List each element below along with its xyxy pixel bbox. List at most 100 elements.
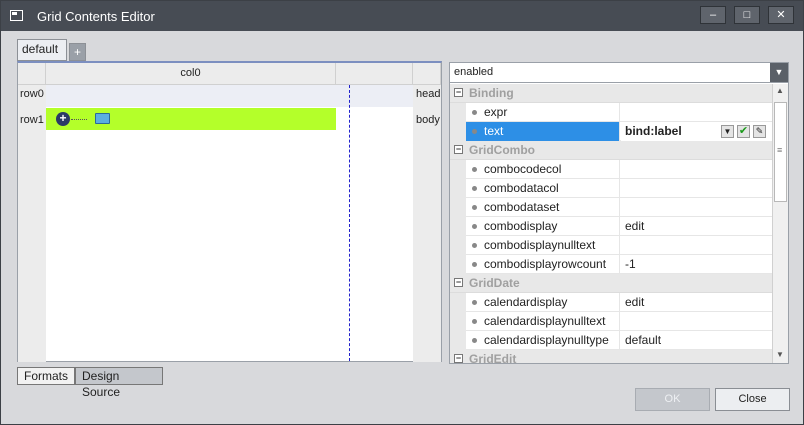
category-label: GridEdit xyxy=(469,352,517,363)
grid-design-area[interactable]: col0 row0 row1 + head body xyxy=(17,61,442,362)
grid-corner xyxy=(18,63,46,85)
row-gutter xyxy=(450,160,466,179)
row-label-row0[interactable]: row0 xyxy=(20,88,44,100)
row-header-gutter xyxy=(18,85,46,362)
property-list[interactable]: − Binding expr text bind:label ▼ ✔ ✎ − G… xyxy=(450,84,772,363)
tab-design-source[interactable]: Design Source xyxy=(75,367,163,399)
property-selector[interactable]: enabled ▼ xyxy=(450,63,788,83)
property-value[interactable] xyxy=(621,312,772,331)
property-value[interactable]: edit xyxy=(621,293,772,312)
property-value[interactable]: edit xyxy=(621,217,772,236)
collapse-icon[interactable]: − xyxy=(454,88,463,97)
minimize-button[interactable]: – xyxy=(700,6,726,24)
property-name: calendardisplay xyxy=(466,293,620,312)
category-griddate[interactable]: − GridDate xyxy=(450,274,772,293)
row-gutter xyxy=(450,331,466,350)
property-row-combodisplayrowcount[interactable]: combodisplayrowcount -1 xyxy=(450,255,772,274)
title-bar[interactable]: Grid Contents Editor – □ ✕ xyxy=(1,1,803,31)
property-name: combodisplay xyxy=(466,217,620,236)
tree-connector xyxy=(71,119,87,120)
row-gutter xyxy=(450,236,466,255)
expand-plus-icon[interactable]: + xyxy=(56,112,70,126)
property-row-combodisplaynulltext[interactable]: combodisplaynulltext xyxy=(450,236,772,255)
property-row-calendardisplaynulltype[interactable]: calendardisplaynulltype default xyxy=(450,331,772,350)
cell-row0-col0[interactable] xyxy=(46,85,336,107)
chevron-down-icon[interactable]: ▼ xyxy=(770,63,788,82)
dropdown-icon[interactable]: ▼ xyxy=(721,125,734,138)
cell-row1-col0[interactable]: + xyxy=(46,108,336,130)
property-name: calendardisplaynulltext xyxy=(466,312,620,331)
property-value[interactable] xyxy=(621,179,772,198)
ok-button[interactable]: OK xyxy=(635,388,710,411)
row-gutter xyxy=(450,179,466,198)
category-label: Binding xyxy=(469,86,514,100)
category-label: GridCombo xyxy=(469,143,535,157)
property-value-input[interactable]: bind:label ▼ ✔ ✎ xyxy=(621,122,772,141)
property-row-expr[interactable]: expr xyxy=(450,103,772,122)
row-gutter xyxy=(450,312,466,331)
property-panel: enabled ▼ − Binding expr text bind:label… xyxy=(449,62,789,364)
category-gridedit[interactable]: − GridEdit xyxy=(450,350,772,363)
category-gridcombo[interactable]: − GridCombo xyxy=(450,141,772,160)
row-gutter xyxy=(450,293,466,312)
grid-contents-editor-window: Grid Contents Editor – □ ✕ default + col… xyxy=(0,0,804,425)
property-row-combodatacol[interactable]: combodatacol xyxy=(450,179,772,198)
property-row-combodataset[interactable]: combodataset xyxy=(450,198,772,217)
scrollbar-thumb[interactable]: ≡ xyxy=(774,102,787,202)
band-label-body: body xyxy=(416,114,440,126)
property-row-combocodecol[interactable]: combocodecol xyxy=(450,160,772,179)
property-value: bind:label xyxy=(625,124,682,138)
column-header-col0[interactable]: col0 xyxy=(46,63,336,85)
property-value[interactable]: -1 xyxy=(621,255,772,274)
apply-check-icon[interactable]: ✔ xyxy=(737,125,750,138)
property-name: combodisplaynulltext xyxy=(466,236,620,255)
property-value[interactable] xyxy=(621,160,772,179)
property-value[interactable] xyxy=(621,198,772,217)
row-label-row1[interactable]: row1 xyxy=(20,114,44,126)
edit-icon[interactable]: ✎ xyxy=(753,125,766,138)
property-value[interactable] xyxy=(621,236,772,255)
category-binding[interactable]: − Binding xyxy=(450,84,772,103)
row-gutter xyxy=(450,103,466,122)
scroll-down-icon[interactable]: ▼ xyxy=(776,350,784,359)
band-gutter xyxy=(413,85,441,362)
property-selector-value: enabled xyxy=(454,66,494,78)
property-name: combodatacol xyxy=(466,179,620,198)
tab-formats[interactable]: Formats xyxy=(17,367,75,385)
maximize-button[interactable]: □ xyxy=(734,6,760,24)
collapse-icon[interactable]: − xyxy=(454,278,463,287)
property-row-combodisplay[interactable]: combodisplay edit xyxy=(450,217,772,236)
property-row-text[interactable]: text bind:label ▼ ✔ ✎ xyxy=(450,122,772,141)
collapse-icon[interactable]: − xyxy=(454,354,463,363)
property-row-calendardisplaynulltext[interactable]: calendardisplaynulltext xyxy=(450,312,772,331)
band-header-corner xyxy=(413,63,441,85)
close-button[interactable]: Close xyxy=(715,388,790,411)
property-name: text xyxy=(466,122,620,141)
property-name: combodataset xyxy=(466,198,620,217)
row-gutter xyxy=(450,198,466,217)
grip-icon: ≡ xyxy=(777,145,783,155)
row-gutter xyxy=(450,122,466,141)
column-header-spacer xyxy=(336,63,413,85)
tab-default[interactable]: default xyxy=(17,39,67,61)
row-gutter xyxy=(450,255,466,274)
property-value[interactable]: default xyxy=(621,331,772,350)
close-window-button[interactable]: ✕ xyxy=(768,6,794,24)
cell-row0-spacer xyxy=(336,85,413,107)
column-boundary-guide xyxy=(349,85,350,361)
folder-icon xyxy=(95,113,110,124)
property-name: combocodecol xyxy=(466,160,620,179)
category-label: GridDate xyxy=(469,276,520,290)
window-title: Grid Contents Editor xyxy=(37,9,155,24)
property-name: combodisplayrowcount xyxy=(466,255,620,274)
add-tab-button[interactable]: + xyxy=(69,43,86,61)
collapse-icon[interactable]: − xyxy=(454,145,463,154)
property-row-calendardisplay[interactable]: calendardisplay edit xyxy=(450,293,772,312)
property-name: expr xyxy=(466,103,620,122)
property-name: calendardisplaynulltype xyxy=(466,331,620,350)
band-label-head: head xyxy=(416,88,441,100)
row-gutter xyxy=(450,217,466,236)
scroll-up-icon[interactable]: ▲ xyxy=(776,86,784,95)
property-scrollbar[interactable]: ▲ ≡ ▼ xyxy=(772,84,788,363)
property-value[interactable] xyxy=(621,103,772,122)
